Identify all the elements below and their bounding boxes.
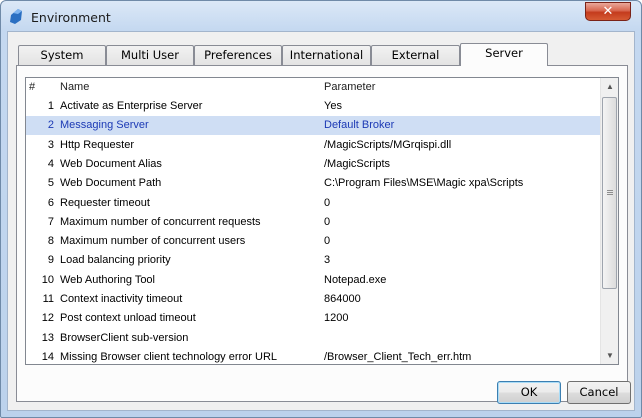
tab-international[interactable]: International xyxy=(282,45,371,65)
tab-external[interactable]: External xyxy=(371,45,460,65)
title-bar[interactable]: Environment ✕ xyxy=(1,1,641,33)
row-name: Activate as Enterprise Server xyxy=(60,100,203,112)
row-name: Messaging Server xyxy=(60,119,149,132)
table-row[interactable]: 6 Requester timeout 0 xyxy=(26,194,600,213)
row-parameter: 0 xyxy=(324,196,331,209)
row-number: 8 xyxy=(47,235,54,248)
row-parameter: 0 xyxy=(324,235,331,248)
tab-preferences[interactable]: Preferences xyxy=(194,45,282,65)
row-number: 9 xyxy=(47,254,54,267)
table-row[interactable]: 8 Maximum number of concurrent users 0 xyxy=(26,232,600,251)
row-number: 6 xyxy=(47,196,54,209)
column-header-number[interactable]: # xyxy=(29,81,35,93)
row-name: Requester timeout xyxy=(60,196,150,209)
row-name: Web Document Alias xyxy=(60,157,162,170)
table-row[interactable]: 11 Context inactivity timeout 864000 xyxy=(26,290,600,309)
magic-xpa-icon xyxy=(10,9,22,24)
row-name: Maximum number of concurrent requests xyxy=(60,215,261,228)
row-parameter: /MagicScripts/MGrqispi.dll xyxy=(324,138,452,151)
table-row[interactable]: 1 Activate as Enterprise Server Yes xyxy=(26,97,600,116)
dialog-client-area: System Multi User Preferences Internatio… xyxy=(7,31,635,411)
thumb-grip-line xyxy=(607,194,613,195)
table-row[interactable]: 4 Web Document Alias/MagicScripts xyxy=(26,155,600,174)
row-number: 5 xyxy=(47,177,54,190)
table-row[interactable]: 2 Messaging Server Default Broker xyxy=(26,116,600,136)
tab-multi-user[interactable]: Multi User xyxy=(106,45,194,65)
table-row[interactable]: 3 Http Requester/MagicScripts/MGrqispi.dl… xyxy=(26,136,600,155)
row-parameter: 0 xyxy=(324,215,331,228)
table-row[interactable]: 12 Post context unload timeout 1200 xyxy=(26,309,600,328)
row-name: Web Document Path xyxy=(60,177,162,190)
ok-button[interactable]: OK xyxy=(497,381,561,404)
table-row[interactable]: 14 Missing Browser client technology erro… xyxy=(26,348,600,364)
server-settings-table: # Name Parameter 1 Activate as Enterprise… xyxy=(25,77,619,365)
window-title: Environment xyxy=(31,10,111,25)
row-parameter: Notepad.exe xyxy=(324,273,387,286)
row-number: 10 xyxy=(41,273,54,286)
row-parameter: 3 xyxy=(324,254,331,267)
close-icon: ✕ xyxy=(602,4,614,19)
table-row[interactable]: 7 Maximum number of concurrent requests 0 xyxy=(26,213,600,232)
row-number: 4 xyxy=(47,157,54,170)
column-header-parameter[interactable]: Parameter xyxy=(324,81,375,93)
vertical-scrollbar[interactable]: ▲ ▼ xyxy=(600,78,618,364)
row-number: 2 xyxy=(47,119,54,132)
row-number: 11 xyxy=(42,293,54,305)
column-header-name[interactable]: Name xyxy=(60,81,89,93)
scroll-up-arrow-icon[interactable]: ▲ xyxy=(601,78,618,95)
table-row[interactable]: 9 Load balancing priority 3 xyxy=(26,251,600,270)
row-name: BrowserClient sub-version xyxy=(60,331,189,344)
thumb-grip-line xyxy=(607,192,613,193)
environment-dialog: Environment ✕ System Multi User Preferen… xyxy=(0,0,642,418)
row-number: 13 xyxy=(41,331,54,344)
row-name: Context inactivity timeout xyxy=(60,293,183,305)
table-row[interactable]: 5 Web Document Path C:\Program Files\MSE\M… xyxy=(26,174,600,193)
row-name: Maximum number of concurrent users xyxy=(60,235,246,248)
row-parameter: Yes xyxy=(324,100,342,112)
scrollbar-thumb[interactable] xyxy=(602,97,617,289)
row-name: Post context unload timeout xyxy=(60,312,196,325)
table-header: # Name Parameter xyxy=(26,78,600,97)
row-name: Web Authoring Tool xyxy=(60,273,155,286)
cancel-button[interactable]: Cancel xyxy=(567,381,631,404)
row-number: 12 xyxy=(41,312,54,325)
row-parameter: /Browser_Client_Tech_err.htm xyxy=(324,350,472,363)
row-number: 7 xyxy=(47,215,54,228)
row-number: 14 xyxy=(41,350,54,363)
scroll-down-arrow-icon[interactable]: ▼ xyxy=(601,347,618,364)
row-name: Missing Browser client technology error … xyxy=(60,350,278,363)
row-number: 1 xyxy=(47,100,54,112)
row-parameter: C:\Program Files\MSE\Magic xpa\Scripts xyxy=(324,177,524,190)
table-row[interactable]: 10 Web Authoring Tool Notepad.exe xyxy=(26,271,600,290)
row-number: 3 xyxy=(47,138,54,151)
tab-server[interactable]: Server xyxy=(460,43,548,66)
row-parameter: Default Broker xyxy=(324,119,395,132)
row-parameter: 1200 xyxy=(324,312,349,325)
table-row[interactable]: 13 BrowserClient sub-version xyxy=(26,329,600,348)
row-parameter: 864000 xyxy=(324,293,361,305)
server-tab-panel: # Name Parameter 1 Activate as Enterprise… xyxy=(16,65,628,402)
tab-system[interactable]: System xyxy=(18,45,106,65)
thumb-grip-line xyxy=(607,190,613,191)
row-name: Http Requester xyxy=(60,138,134,151)
row-name: Load balancing priority xyxy=(60,254,171,267)
close-button[interactable]: ✕ xyxy=(585,2,631,21)
row-parameter: /MagicScripts xyxy=(324,157,391,170)
